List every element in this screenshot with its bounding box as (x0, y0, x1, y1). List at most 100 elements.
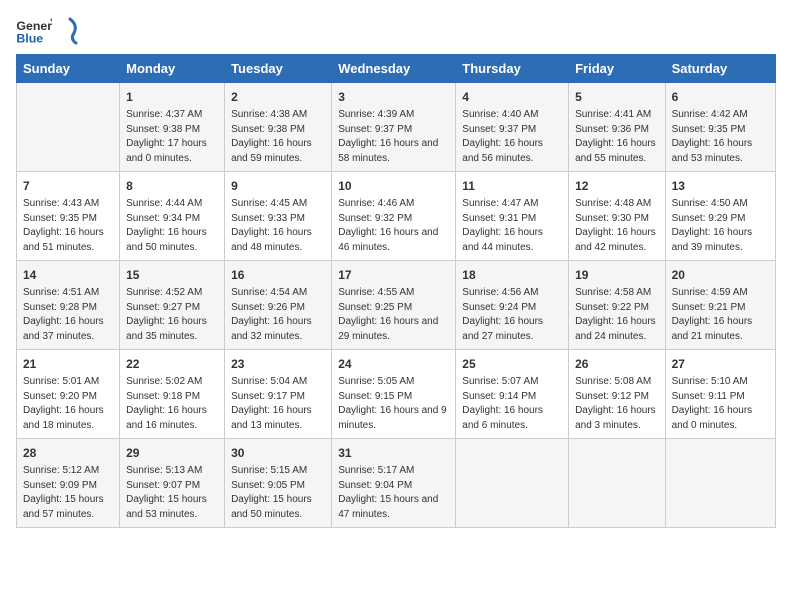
cell-content: Sunrise: 4:48 AM Sunset: 9:30 PM Dayligh… (575, 197, 658, 255)
cell-content: Sunrise: 5:04 AM Sunset: 9:17 PM Dayligh… (231, 375, 325, 433)
date-number: 12 (575, 177, 658, 195)
week-row-5: 28 Sunrise: 5:12 AM Sunset: 9:09 PM Dayli… (17, 439, 776, 528)
date-number: 28 (23, 444, 113, 462)
calendar-cell: 13Sunrise: 4:50 AM Sunset: 9:29 PM Dayli… (665, 172, 775, 261)
calendar-cell: 12 Sunrise: 4:48 AM Sunset: 9:30 PM Dayli… (569, 172, 665, 261)
calendar-cell (569, 439, 665, 528)
calendar-cell: 26 Sunrise: 5:08 AM Sunset: 9:12 PM Dayli… (569, 350, 665, 439)
calendar-cell: 27 Sunrise: 5:10 AM Sunset: 9:11 PM Dayli… (665, 350, 775, 439)
calendar-cell: 6Sunrise: 4:42 AM Sunset: 9:35 PM Daylig… (665, 83, 775, 172)
cell-content: Sunrise: 4:59 AM Sunset: 9:21 PM Dayligh… (672, 286, 769, 344)
cell-content: Sunrise: 4:39 AM Sunset: 9:37 PM Dayligh… (338, 108, 449, 166)
date-number: 23 (231, 355, 325, 373)
calendar-cell: 2 Sunrise: 4:38 AM Sunset: 9:38 PM Daylig… (225, 83, 332, 172)
date-number: 13 (672, 177, 769, 195)
col-header-sunday: Sunday (17, 55, 120, 83)
calendar-cell: 18 Sunrise: 4:56 AM Sunset: 9:24 PM Dayli… (456, 261, 569, 350)
calendar-cell: 5 Sunrise: 4:41 AM Sunset: 9:36 PM Daylig… (569, 83, 665, 172)
date-number: 11 (462, 177, 562, 195)
calendar-cell: 31Sunrise: 5:17 AM Sunset: 9:04 PM Dayli… (332, 439, 456, 528)
date-number: 3 (338, 88, 449, 106)
cell-content: Sunrise: 4:38 AM Sunset: 9:38 PM Dayligh… (231, 108, 325, 166)
calendar-cell: 16Sunrise: 4:54 AM Sunset: 9:26 PM Dayli… (225, 261, 332, 350)
cell-content: Sunrise: 5:17 AM Sunset: 9:04 PM Dayligh… (338, 464, 449, 522)
date-number: 22 (126, 355, 218, 373)
date-number: 4 (462, 88, 562, 106)
week-row-4: 21Sunrise: 5:01 AM Sunset: 9:20 PM Dayli… (17, 350, 776, 439)
logo: General Blue (16, 16, 80, 46)
cell-content: Sunrise: 4:40 AM Sunset: 9:37 PM Dayligh… (462, 108, 562, 166)
cell-content: Sunrise: 4:58 AM Sunset: 9:22 PM Dayligh… (575, 286, 658, 344)
cell-content: Sunrise: 4:45 AM Sunset: 9:33 PM Dayligh… (231, 197, 325, 255)
logo-wave-icon (60, 17, 80, 45)
calendar-cell: 25 Sunrise: 5:07 AM Sunset: 9:14 PM Dayli… (456, 350, 569, 439)
week-row-2: 7 Sunrise: 4:43 AM Sunset: 9:35 PM Daylig… (17, 172, 776, 261)
calendar-cell: 3 Sunrise: 4:39 AM Sunset: 9:37 PM Daylig… (332, 83, 456, 172)
calendar-cell: 17 Sunrise: 4:55 AM Sunset: 9:25 PM Dayli… (332, 261, 456, 350)
calendar-cell: 29 Sunrise: 5:13 AM Sunset: 9:07 PM Dayli… (120, 439, 225, 528)
cell-content: Sunrise: 4:54 AM Sunset: 9:26 PM Dayligh… (231, 286, 325, 344)
header: General Blue (16, 16, 776, 46)
cell-content: Sunrise: 5:01 AM Sunset: 9:20 PM Dayligh… (23, 375, 113, 433)
calendar-cell: 7 Sunrise: 4:43 AM Sunset: 9:35 PM Daylig… (17, 172, 120, 261)
calendar-cell: 9 Sunrise: 4:45 AM Sunset: 9:33 PM Daylig… (225, 172, 332, 261)
date-number: 8 (126, 177, 218, 195)
date-number: 29 (126, 444, 218, 462)
calendar-cell: 24 Sunrise: 5:05 AM Sunset: 9:15 PM Dayli… (332, 350, 456, 439)
calendar-cell (456, 439, 569, 528)
cell-content: Sunrise: 5:07 AM Sunset: 9:14 PM Dayligh… (462, 375, 562, 433)
calendar-table: SundayMondayTuesdayWednesdayThursdayFrid… (16, 54, 776, 528)
date-number: 25 (462, 355, 562, 373)
date-number: 2 (231, 88, 325, 106)
logo-icon: General Blue (16, 16, 52, 46)
date-number: 5 (575, 88, 658, 106)
date-number: 17 (338, 266, 449, 284)
col-header-monday: Monday (120, 55, 225, 83)
week-row-1: 1Sunrise: 4:37 AM Sunset: 9:38 PM Daylig… (17, 83, 776, 172)
date-number: 1 (126, 88, 218, 106)
cell-content: Sunrise: 5:10 AM Sunset: 9:11 PM Dayligh… (672, 375, 769, 433)
date-number: 24 (338, 355, 449, 373)
week-row-3: 14Sunrise: 4:51 AM Sunset: 9:28 PM Dayli… (17, 261, 776, 350)
cell-content: Sunrise: 5:12 AM Sunset: 9:09 PM Dayligh… (23, 464, 113, 522)
calendar-header-row: SundayMondayTuesdayWednesdayThursdayFrid… (17, 55, 776, 83)
col-header-wednesday: Wednesday (332, 55, 456, 83)
date-number: 7 (23, 177, 113, 195)
calendar-cell (665, 439, 775, 528)
cell-content: Sunrise: 4:41 AM Sunset: 9:36 PM Dayligh… (575, 108, 658, 166)
calendar-cell: 4 Sunrise: 4:40 AM Sunset: 9:37 PM Daylig… (456, 83, 569, 172)
calendar-cell: 19 Sunrise: 4:58 AM Sunset: 9:22 PM Dayli… (569, 261, 665, 350)
col-header-friday: Friday (569, 55, 665, 83)
date-number: 9 (231, 177, 325, 195)
cell-content: Sunrise: 4:55 AM Sunset: 9:25 PM Dayligh… (338, 286, 449, 344)
cell-content: Sunrise: 5:05 AM Sunset: 9:15 PM Dayligh… (338, 375, 449, 433)
date-number: 15 (126, 266, 218, 284)
calendar-cell (17, 83, 120, 172)
col-header-tuesday: Tuesday (225, 55, 332, 83)
cell-content: Sunrise: 4:56 AM Sunset: 9:24 PM Dayligh… (462, 286, 562, 344)
col-header-saturday: Saturday (665, 55, 775, 83)
cell-content: Sunrise: 5:15 AM Sunset: 9:05 PM Dayligh… (231, 464, 325, 522)
calendar-cell: 14Sunrise: 4:51 AM Sunset: 9:28 PM Dayli… (17, 261, 120, 350)
date-number: 20 (672, 266, 769, 284)
col-header-thursday: Thursday (456, 55, 569, 83)
cell-content: Sunrise: 4:43 AM Sunset: 9:35 PM Dayligh… (23, 197, 113, 255)
date-number: 14 (23, 266, 113, 284)
date-number: 10 (338, 177, 449, 195)
svg-text:Blue: Blue (16, 31, 43, 45)
date-number: 30 (231, 444, 325, 462)
date-number: 19 (575, 266, 658, 284)
cell-content: Sunrise: 4:52 AM Sunset: 9:27 PM Dayligh… (126, 286, 218, 344)
date-number: 6 (672, 88, 769, 106)
calendar-cell: 10Sunrise: 4:46 AM Sunset: 9:32 PM Dayli… (332, 172, 456, 261)
cell-content: Sunrise: 5:13 AM Sunset: 9:07 PM Dayligh… (126, 464, 218, 522)
calendar-cell: 30 Sunrise: 5:15 AM Sunset: 9:05 PM Dayli… (225, 439, 332, 528)
cell-content: Sunrise: 5:08 AM Sunset: 9:12 PM Dayligh… (575, 375, 658, 433)
calendar-cell: 1Sunrise: 4:37 AM Sunset: 9:38 PM Daylig… (120, 83, 225, 172)
calendar-cell: 20 Sunrise: 4:59 AM Sunset: 9:21 PM Dayli… (665, 261, 775, 350)
cell-content: Sunrise: 5:02 AM Sunset: 9:18 PM Dayligh… (126, 375, 218, 433)
date-number: 18 (462, 266, 562, 284)
date-number: 27 (672, 355, 769, 373)
calendar-cell: 15 Sunrise: 4:52 AM Sunset: 9:27 PM Dayli… (120, 261, 225, 350)
date-number: 26 (575, 355, 658, 373)
